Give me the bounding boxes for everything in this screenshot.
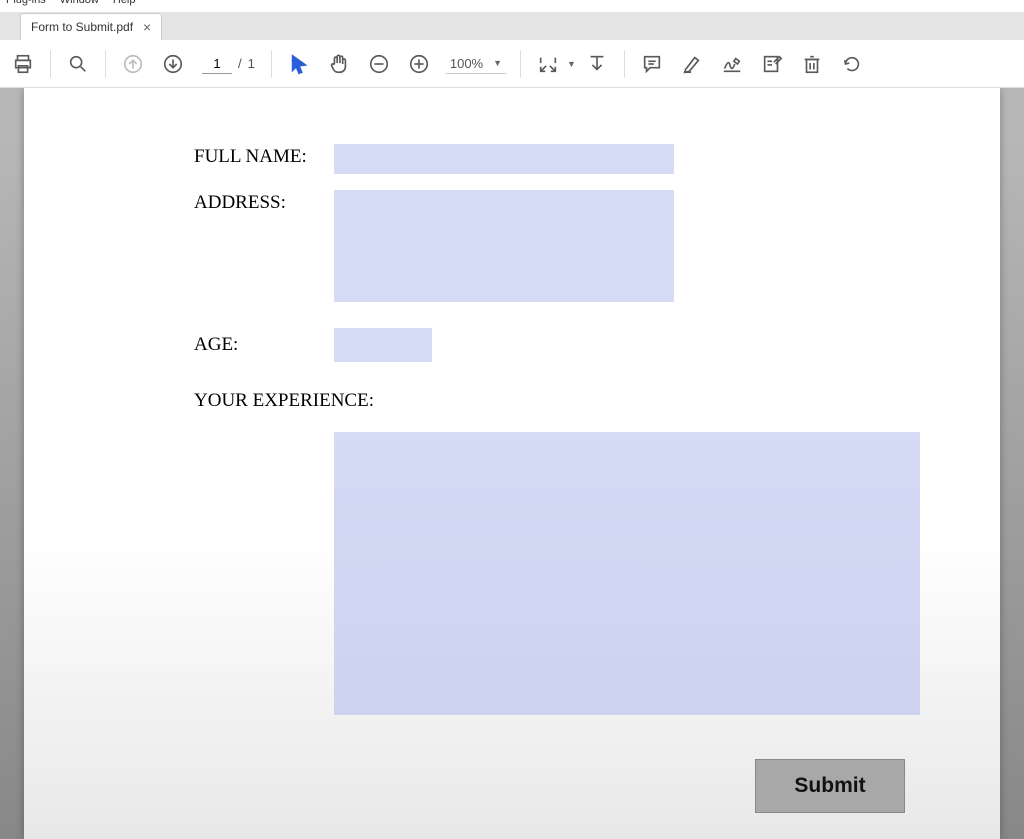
document-tab[interactable]: Form to Submit.pdf × xyxy=(20,13,162,40)
delete-button[interactable] xyxy=(793,45,831,83)
page-number-input[interactable] xyxy=(202,54,232,74)
separator xyxy=(520,50,521,78)
trash-icon xyxy=(801,53,823,75)
label-age: AGE: xyxy=(194,318,334,356)
input-address[interactable] xyxy=(334,190,674,302)
select-tool-button[interactable] xyxy=(280,45,318,83)
separator xyxy=(271,50,272,78)
input-experience[interactable] xyxy=(334,432,920,715)
page-indicator: / 1 xyxy=(202,54,255,74)
field-row-experience-label: YOUR EXPERIENCE: xyxy=(194,388,830,412)
signature-icon xyxy=(721,53,743,75)
tab-title: Form to Submit.pdf xyxy=(31,20,133,34)
tab-bar: Form to Submit.pdf × xyxy=(0,12,1024,40)
field-row-fullname: FULL NAME: xyxy=(194,144,830,174)
menu-plugins[interactable]: Plug-ins xyxy=(6,0,46,6)
form-area: FULL NAME: ADDRESS: AGE: YOUR EXPERIENCE… xyxy=(24,88,1000,715)
comment-icon xyxy=(641,53,663,75)
document-viewer[interactable]: FULL NAME: ADDRESS: AGE: YOUR EXPERIENCE… xyxy=(0,88,1024,839)
sign-button[interactable] xyxy=(713,45,751,83)
plus-circle-icon xyxy=(408,53,430,75)
print-icon xyxy=(12,53,34,75)
fit-width-icon xyxy=(537,53,559,75)
hand-tool-button[interactable] xyxy=(320,45,358,83)
menu-bar: Plug-ins Window Help xyxy=(0,0,1024,12)
prev-page-button[interactable] xyxy=(114,45,152,83)
submit-button[interactable]: Submit xyxy=(755,759,905,813)
input-fullname[interactable] xyxy=(334,144,674,174)
field-row-age: AGE: xyxy=(194,318,830,362)
edit-button[interactable] xyxy=(753,45,791,83)
arrow-up-icon xyxy=(122,53,144,75)
chevron-down-icon: ▼ xyxy=(493,58,502,68)
separator xyxy=(50,50,51,78)
comment-button[interactable] xyxy=(633,45,671,83)
label-experience: YOUR EXPERIENCE: xyxy=(194,388,374,412)
search-icon xyxy=(67,53,89,75)
rotate-icon xyxy=(841,53,863,75)
rotate-button[interactable] xyxy=(833,45,871,83)
zoom-in-button[interactable] xyxy=(400,45,438,83)
zoom-out-button[interactable] xyxy=(360,45,398,83)
hand-icon xyxy=(328,53,350,75)
menu-window[interactable]: Window xyxy=(60,0,99,6)
separator xyxy=(105,50,106,78)
fit-page-icon xyxy=(586,53,608,75)
page-total: 1 xyxy=(248,56,255,71)
zoom-dropdown[interactable]: 100% ▼ xyxy=(446,54,506,74)
label-address: ADDRESS: xyxy=(194,190,334,214)
highlight-icon xyxy=(681,53,703,75)
zoom-value: 100% xyxy=(450,56,483,71)
search-button[interactable] xyxy=(59,45,97,83)
separator xyxy=(624,50,625,78)
label-fullname: FULL NAME: xyxy=(194,144,334,168)
input-age[interactable] xyxy=(334,328,432,362)
menu-help[interactable]: Help xyxy=(113,0,136,6)
fit-width-button[interactable] xyxy=(529,45,567,83)
page-slash: / xyxy=(238,56,242,71)
print-button[interactable] xyxy=(4,45,42,83)
minus-circle-icon xyxy=(368,53,390,75)
cursor-icon xyxy=(288,53,310,75)
pdf-page: FULL NAME: ADDRESS: AGE: YOUR EXPERIENCE… xyxy=(24,88,1000,839)
edit-text-icon xyxy=(761,53,783,75)
arrow-down-icon xyxy=(162,53,184,75)
toolbar: / 1 100% ▼ ▼ xyxy=(0,40,1024,88)
close-icon[interactable]: × xyxy=(143,20,151,34)
highlight-button[interactable] xyxy=(673,45,711,83)
field-row-address: ADDRESS: xyxy=(194,190,830,302)
rotate-view-button[interactable] xyxy=(578,45,616,83)
chevron-down-icon[interactable]: ▼ xyxy=(567,59,576,69)
next-page-button[interactable] xyxy=(154,45,192,83)
